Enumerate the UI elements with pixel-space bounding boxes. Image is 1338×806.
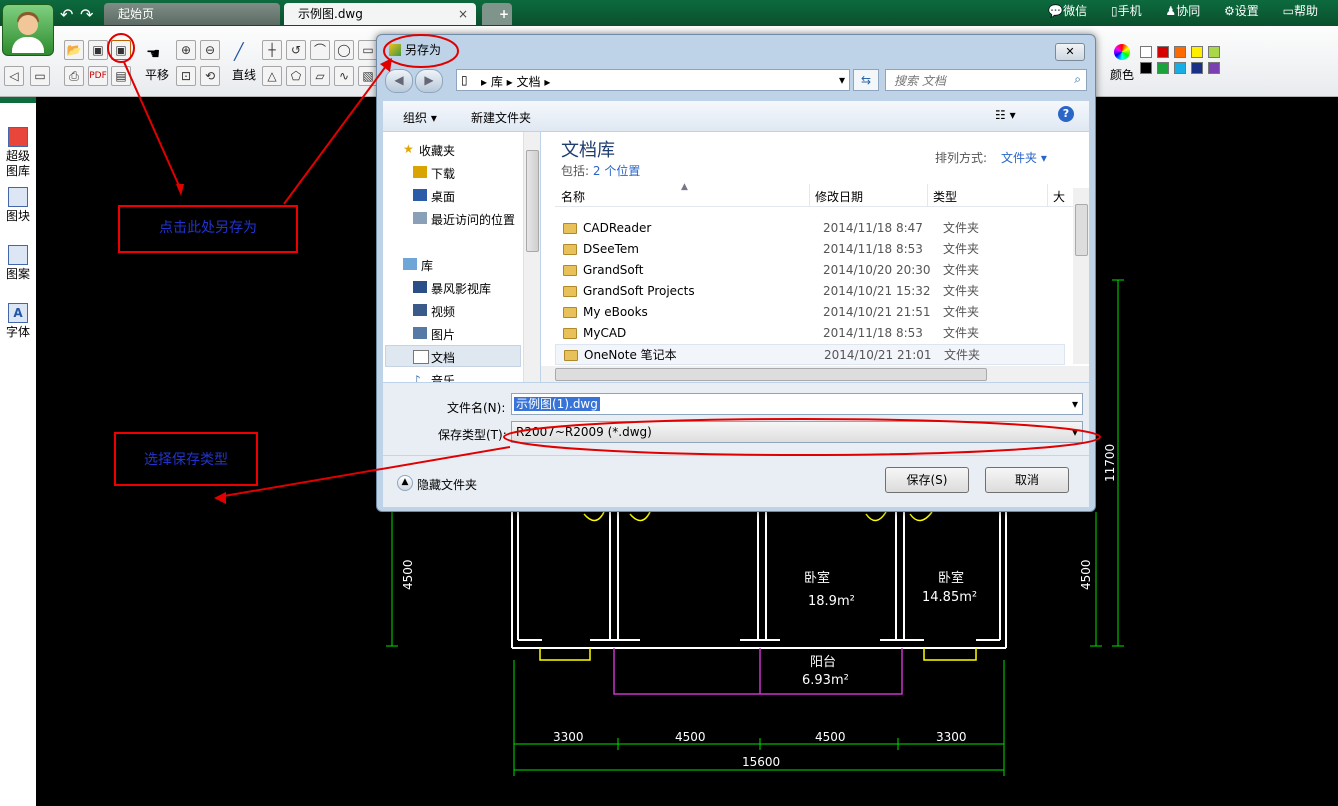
arrow-to-filetype xyxy=(217,446,511,498)
arrowhead-3 xyxy=(214,492,226,504)
arrow-to-save-icon xyxy=(123,61,181,189)
annotation-overlay xyxy=(107,33,1101,504)
arrow-to-dialog-title xyxy=(283,65,387,205)
annotation-choose-type: 选择保存类型 xyxy=(114,432,258,486)
arrowhead-1 xyxy=(176,184,184,196)
arrowhead-2 xyxy=(380,58,392,72)
highlight-filetype xyxy=(503,418,1101,456)
highlight-dialog-title xyxy=(383,34,459,68)
highlight-save-as-icon xyxy=(107,33,135,63)
annotation-save-as: 点击此处另存为 xyxy=(118,205,298,253)
